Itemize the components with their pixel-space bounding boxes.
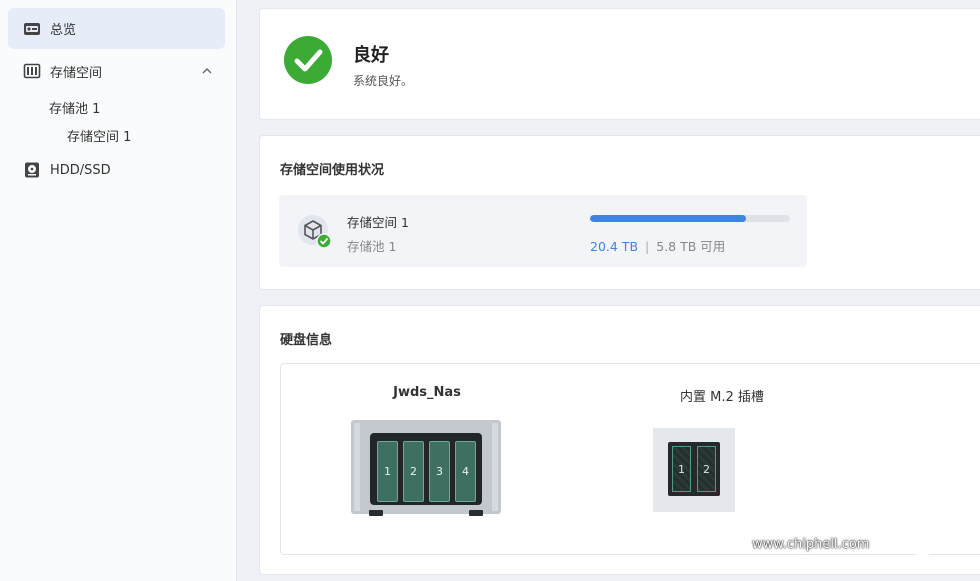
status-subtitle: 系统良好。	[353, 74, 414, 88]
slot-number: 1	[678, 462, 685, 476]
sidebar-item-label: 存储空间 1	[67, 129, 132, 145]
status-title: 良好	[353, 45, 389, 66]
sidebar-item-storage[interactable]: 存储空间	[23, 58, 219, 84]
slot-number: 2	[703, 462, 710, 476]
m2-slot[interactable]: 2	[697, 446, 716, 492]
hdd-icon	[25, 162, 39, 178]
pool-name: 存储池 1	[347, 239, 397, 254]
sidebar-item-label: 存储池 1	[49, 101, 101, 117]
disk-info-area: Jwds_Nas 1 2 3 4 内置 M.2 插槽 1 2	[280, 363, 980, 555]
volume-name: 存储空间 1	[347, 215, 409, 230]
sidebar-item-label: 存储空间	[50, 65, 103, 81]
available-capacity: 5.8 TB 可用	[656, 239, 726, 254]
main-content: 良好 系统良好。 存储空间使用状况 存储空间 1 存储池 1 20.4 TB |…	[239, 0, 980, 581]
bay-number: 1	[384, 465, 391, 478]
nas-chassis[interactable]: 1 2 3 4	[351, 420, 501, 516]
overview-icon	[24, 22, 40, 35]
m2-title: 内置 M.2 插槽	[680, 390, 764, 405]
watermark-logo	[878, 462, 978, 557]
sidebar-item-volume[interactable]: 存储空间 1	[67, 124, 131, 146]
usage-progress-fill	[590, 215, 746, 222]
sidebar-item-label: 总览	[50, 23, 77, 38]
nas-bay[interactable]: 2	[403, 441, 424, 502]
volume-usage-row[interactable]: 存储空间 1 存储池 1 20.4 TB | 5.8 TB 可用	[279, 195, 807, 267]
bay-number: 2	[410, 465, 417, 478]
volume-cube-icon	[298, 215, 332, 249]
nas-bay[interactable]: 3	[429, 441, 450, 502]
usage-separator: |	[645, 239, 650, 254]
chevron-up-icon[interactable]	[201, 65, 213, 77]
card-title: 硬盘信息	[280, 333, 333, 348]
storage-icon	[23, 63, 41, 79]
sidebar-item-hdd-ssd[interactable]: HDD/SSD	[23, 157, 111, 183]
sidebar-item-overview[interactable]: 总览	[8, 8, 225, 49]
usage-text: 20.4 TB | 5.8 TB 可用	[590, 236, 725, 255]
status-card: 良好 系统良好。	[259, 8, 980, 120]
m2-slot-panel[interactable]: 1 2	[653, 428, 735, 512]
sidebar-item-pool[interactable]: 存储池 1	[49, 96, 100, 118]
chiphell-logo-graphic	[880, 470, 948, 556]
used-capacity: 20.4 TB	[590, 239, 639, 254]
usage-progress-bar	[590, 215, 790, 222]
storage-usage-card: 存储空间使用状况 存储空间 1 存储池 1 20.4 TB | 5.8 TB 可…	[259, 135, 980, 290]
status-ok-icon	[284, 36, 332, 84]
m2-slot[interactable]: 1	[672, 446, 691, 492]
disk-info-card: 硬盘信息 Jwds_Nas 1 2 3 4 内置 M.2 插槽 1 2	[259, 305, 980, 575]
nas-bay[interactable]: 1	[377, 441, 398, 502]
nas-name: Jwds_Nas	[393, 385, 461, 400]
bay-number: 3	[436, 465, 443, 478]
sidebar: 总览 存储空间 存储池 1 存储空间 1 HDD/SSD	[0, 0, 237, 581]
sidebar-item-label: HDD/SSD	[50, 162, 111, 178]
nas-chassis-graphic	[351, 420, 501, 516]
nas-bay[interactable]: 4	[455, 441, 476, 502]
watermark-url: www.chiphell.com	[752, 537, 870, 552]
card-title: 存储空间使用状况	[280, 163, 385, 178]
bay-number: 4	[462, 465, 469, 478]
